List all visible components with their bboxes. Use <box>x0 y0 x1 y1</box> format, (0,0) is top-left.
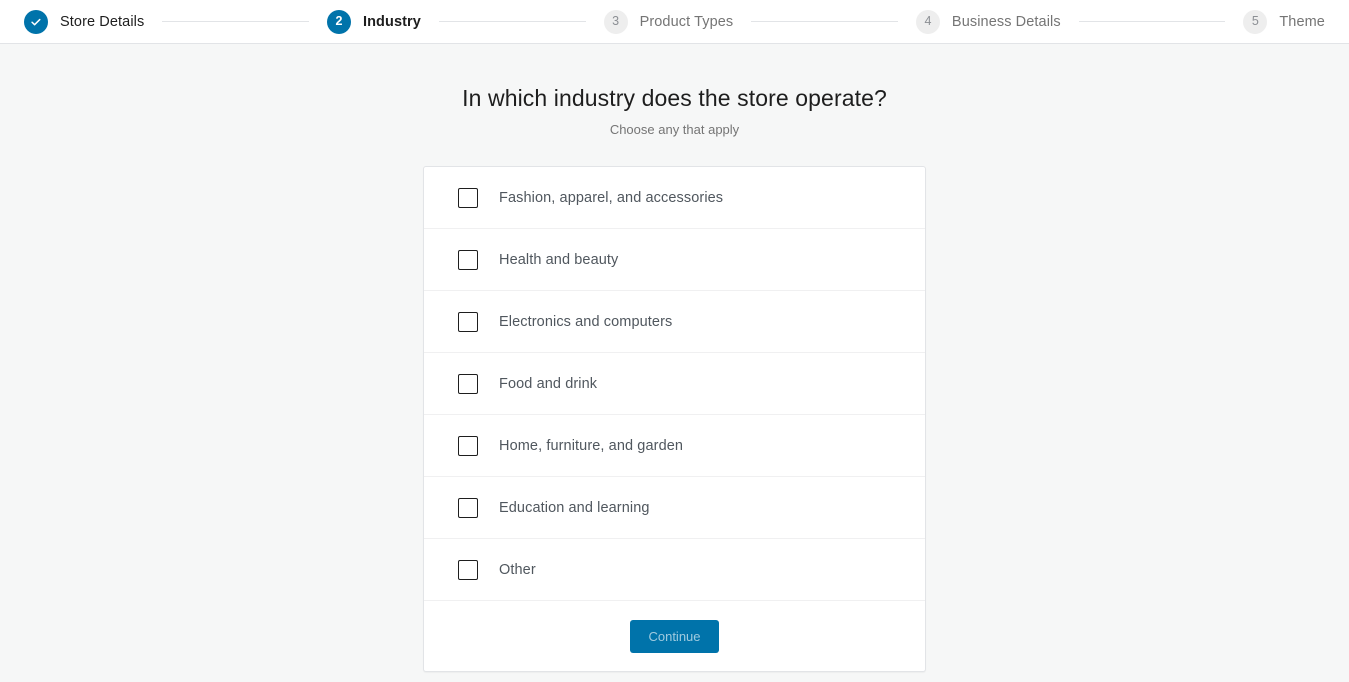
option-row-home-furniture[interactable]: Home, furniture, and garden <box>424 415 925 477</box>
step-connector-3 <box>751 21 898 22</box>
card-footer: Continue <box>424 601 925 671</box>
step-connector-2 <box>438 21 586 22</box>
option-label-education: Education and learning <box>499 499 650 516</box>
step-label-industry: Industry <box>362 13 421 30</box>
checkbox-home-furniture[interactable] <box>458 435 478 456</box>
step-badge-complete <box>24 9 48 34</box>
check-icon <box>29 15 43 29</box>
continue-button[interactable]: Continue <box>630 619 719 653</box>
step-label-store-details: Store Details <box>60 13 145 30</box>
step-connector-4 <box>1078 21 1226 22</box>
main-content: In which industry does the store operate… <box>0 44 1349 672</box>
option-label-home-furniture: Home, furniture, and garden <box>499 437 684 454</box>
step-badge-theme: 5 <box>1243 9 1268 34</box>
option-row-food-drink[interactable]: Food and drink <box>424 353 925 415</box>
step-connector-1 <box>162 21 309 22</box>
option-row-electronics[interactable]: Electronics and computers <box>424 291 925 353</box>
step-label-product-types: Product Types <box>639 13 734 30</box>
page-title: In which industry does the store operate… <box>462 85 887 111</box>
step-badge-product-types: 3 <box>603 9 628 34</box>
option-label-fashion: Fashion, apparel, and accessories <box>499 189 724 206</box>
checkbox-food-drink[interactable] <box>458 373 478 394</box>
step-industry[interactable]: 2 Industry <box>326 9 421 34</box>
step-badge-industry: 2 <box>326 9 351 34</box>
option-row-education[interactable]: Education and learning <box>424 477 925 539</box>
option-row-other[interactable]: Other <box>424 539 925 601</box>
option-row-fashion[interactable]: Fashion, apparel, and accessories <box>424 167 925 229</box>
checkbox-other[interactable] <box>458 559 478 580</box>
step-product-types[interactable]: 3 Product Types <box>603 9 734 34</box>
step-label-business-details: Business Details <box>951 13 1061 30</box>
step-business-details[interactable]: 4 Business Details <box>915 9 1061 34</box>
step-label-theme: Theme <box>1279 13 1325 30</box>
page-subtitle: Choose any that apply <box>609 122 740 137</box>
option-row-health-beauty[interactable]: Health and beauty <box>424 229 925 291</box>
option-label-other: Other <box>499 561 536 578</box>
option-label-food-drink: Food and drink <box>499 375 598 392</box>
option-label-electronics: Electronics and computers <box>499 313 673 330</box>
step-badge-business-details: 4 <box>915 9 940 34</box>
option-label-health-beauty: Health and beauty <box>499 251 619 268</box>
checkbox-electronics[interactable] <box>458 311 478 332</box>
industry-options-card: Fashion, apparel, and accessories Health… <box>423 166 926 672</box>
stepper-bar: Store Details 2 Industry 3 Product Types… <box>0 0 1349 44</box>
stepper: Store Details 2 Industry 3 Product Types… <box>24 9 1325 34</box>
checkbox-fashion[interactable] <box>458 187 478 208</box>
step-store-details[interactable]: Store Details <box>24 9 145 34</box>
step-theme[interactable]: 5 Theme <box>1243 9 1325 34</box>
checkbox-education[interactable] <box>458 497 478 518</box>
checkbox-health-beauty[interactable] <box>458 249 478 270</box>
